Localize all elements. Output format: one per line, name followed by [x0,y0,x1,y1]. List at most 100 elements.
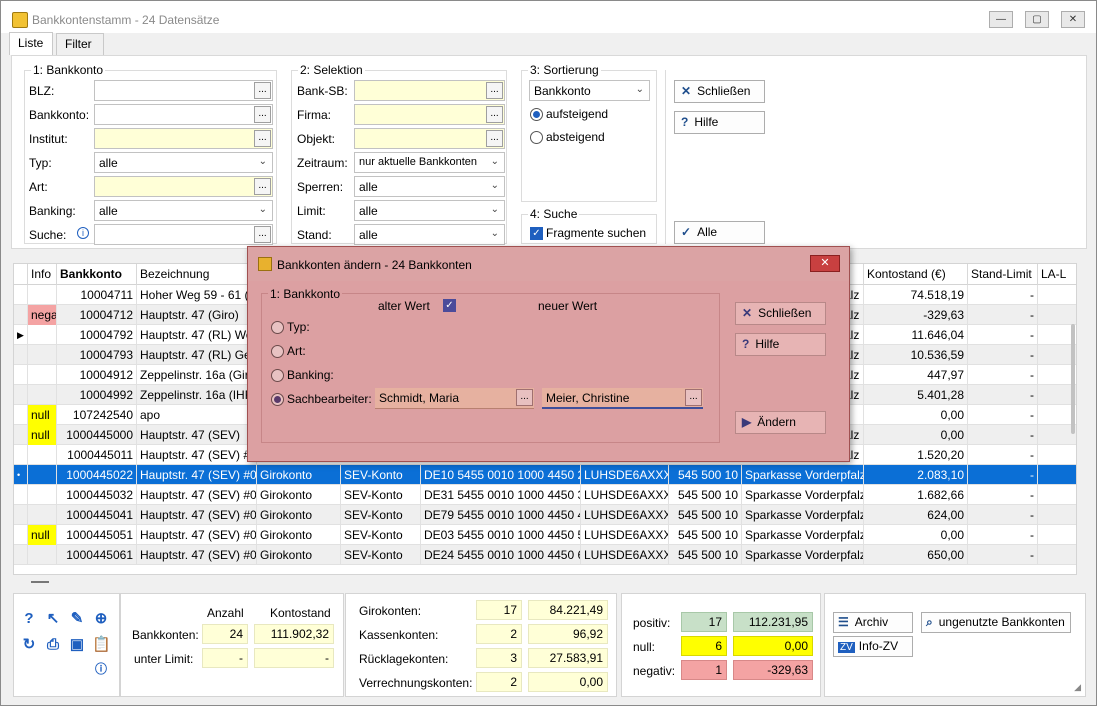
tab-liste[interactable]: Liste [9,32,53,55]
institut-cell: Sparkasse Vorderpfalz [742,505,864,525]
bankkonto-field[interactable]: ... [94,104,273,125]
maximize-button[interactable]: ▢ [1025,11,1049,28]
desc-radio[interactable] [530,131,543,144]
iban-cell: DE10 5455 0010 1000 4450 22 [421,465,581,485]
old-value-checkbox[interactable]: ✓ [443,299,456,312]
group-title: 1: Bankkonto [31,63,106,77]
minimize-button[interactable]: — [989,11,1013,28]
iban-cell: DE79 5455 0010 1000 4450 41 [421,505,581,525]
lookup-button[interactable]: ... [254,178,271,195]
clipboard-icon[interactable]: 📋 [92,636,111,654]
divider [665,70,666,244]
stand-limit-cell: - [968,405,1038,425]
art-radio[interactable] [271,345,284,358]
tab-filter[interactable]: Filter [56,33,104,55]
vertical-scrollbar[interactable] [1071,324,1075,434]
close-button[interactable]: ✕ Schließen [674,80,765,103]
old-sb-field[interactable]: Schmidt, Maria... [375,388,534,409]
dialog-help-button[interactable]: ? Hilfe [735,333,826,356]
banking-select[interactable]: alle ⌄ [94,200,273,221]
table-row[interactable]: 1000445061 Hauptstr. 47 (SEV) #06 Girokont… [14,545,1076,565]
asc-label: aufsteigend [546,107,609,121]
dialog-close-icon[interactable]: ✕ [810,255,840,272]
zeitraum-select[interactable]: nur aktuelle Bankkonten ⌄ [354,152,505,173]
lookup-button[interactable]: ... [486,130,503,147]
infozv-button[interactable]: ZV Info-ZV [833,636,913,657]
positiv-count: 17 [681,612,727,632]
chevron-down-icon: ⌄ [490,180,499,191]
banksb-field[interactable]: ... [354,80,505,101]
resize-grip-icon[interactable]: ◢ [1074,682,1081,693]
table-row[interactable]: • 1000445022 Hauptstr. 47 (SEV) #02 Girokon… [14,465,1076,485]
add-icon[interactable]: ⊕ [92,610,110,628]
typ-radio[interactable] [271,321,284,334]
kontostand-cell: 0,00 [864,425,968,445]
table-row[interactable]: null 1000445051 Hauptstr. 47 (SEV) #05 Giro… [14,525,1076,545]
lookup-button[interactable]: ... [486,106,503,123]
new-sb-field[interactable]: Meier, Christine... [542,388,703,409]
art-field[interactable]: ... [94,176,273,197]
lookup-button[interactable]: ... [516,389,533,406]
table-row[interactable]: 1000445032 Hauptstr. 47 (SEV) #03 Girokont… [14,485,1076,505]
bankkonto-cell: 1000445032 [57,485,137,505]
sb-radio[interactable] [271,393,284,406]
column-header-bankkonto[interactable]: Bankkonto [57,264,137,285]
column-header-stand-limit[interactable]: Stand-Limit [968,264,1038,285]
info-cell [28,445,57,465]
info-cell [28,385,57,405]
lookup-button[interactable]: ... [486,82,503,99]
banking-radio[interactable] [271,369,284,382]
refresh-icon[interactable]: ↻ [20,636,38,654]
iban-cell: DE24 5455 0010 1000 4450 61 [421,545,581,565]
lookup-button[interactable]: ... [254,82,271,99]
pencil-icon[interactable]: ✎ [68,610,86,628]
typ-cell: Girokonto [257,465,341,485]
kontostand-cell: 11.646,04 [864,325,968,345]
bezeichnung-cell: Hauptstr. 47 (SEV) #0 [137,445,257,465]
objekt-field[interactable]: ... [354,128,505,149]
fragment-checkbox[interactable]: ✓ [530,227,543,240]
chevron-down-icon: ⌄ [635,84,644,95]
bezeichnung-cell: Hauptstr. 47 (SEV) #04 [137,505,257,525]
splitter-handle[interactable] [31,581,49,583]
suche-field[interactable]: ... [94,224,273,245]
asc-radio[interactable] [530,108,543,121]
office-icon[interactable]: ▣ [68,636,86,654]
firma-field[interactable]: ... [354,104,505,125]
lookup-button[interactable]: ... [254,106,271,123]
bankkonto-cell: 107242540 [57,405,137,425]
dialog-close-button[interactable]: ✕ Schließen [735,302,826,325]
la-limit-cell [1038,505,1076,525]
art-cell: SEV-Konto [341,545,421,565]
blz-field[interactable]: ... [94,80,273,101]
typ-cell: Girokonto [257,505,341,525]
column-header-kontostand[interactable]: Kontostand (€) [864,264,968,285]
sort-select[interactable]: Bankkonto ⌄ [529,80,650,101]
unused-accounts-button[interactable]: ⌕ ungenutzte Bankkonten [921,612,1071,633]
la-limit-cell [1038,525,1076,545]
sperren-value: alle [359,180,378,194]
dialog-change-button[interactable]: ▶ Ändern [735,411,826,434]
kontostand-cell: 0,00 [864,525,968,545]
table-row[interactable]: 1000445041 Hauptstr. 47 (SEV) #04 Girokont… [14,505,1076,525]
stand-select[interactable]: alle ⌄ [354,224,505,245]
sperren-select[interactable]: alle ⌄ [354,176,505,197]
column-header-info[interactable]: Info [28,264,57,285]
info-icon[interactable]: i [77,227,89,239]
info-icon[interactable]: ⓘ [92,660,110,678]
help-icon[interactable]: ? [20,610,38,628]
archiv-button[interactable]: ☰ Archiv [833,612,913,633]
lookup-button[interactable]: ... [254,226,271,243]
institut-field[interactable]: ... [94,128,273,149]
column-header-la-l[interactable]: LA-L [1038,264,1076,285]
dialog-art-label: Art: [287,344,306,358]
limit-select[interactable]: alle ⌄ [354,200,505,221]
print-icon[interactable]: ⎙ [44,636,62,654]
cursor-icon[interactable]: ↖ [44,610,62,628]
lookup-button[interactable]: ... [254,130,271,147]
close-window-button[interactable]: ✕ [1061,11,1085,28]
help-button[interactable]: ? Hilfe [674,111,765,134]
all-button[interactable]: ✓ Alle [674,221,765,244]
lookup-button[interactable]: ... [685,389,702,406]
typ-select[interactable]: alle ⌄ [94,152,273,173]
